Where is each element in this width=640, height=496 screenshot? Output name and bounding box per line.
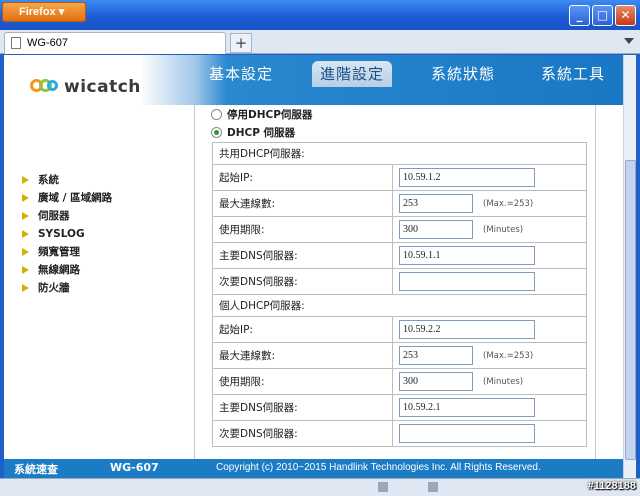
- sidebar-item-system[interactable]: 系統: [22, 171, 112, 189]
- sidebar-item-wan-lan[interactable]: 廣域 / 區域網路: [22, 189, 112, 207]
- private-lease-hint: (Minutes): [483, 376, 524, 387]
- footer-copyright: Copyright (c) 2010~2015 Handlink Technol…: [216, 462, 541, 473]
- shared-dns2-input[interactable]: [399, 272, 535, 291]
- dhcp-enable-label: DHCP 伺服器: [227, 127, 296, 139]
- status-icon: [428, 482, 438, 492]
- shared-dns1-input[interactable]: 10.59.1.1: [399, 246, 535, 265]
- nav-tab-tools[interactable]: 系統工具: [518, 61, 623, 87]
- private-dns1-label: 主要DNS伺服器:: [212, 394, 393, 421]
- private-max-conn-label: 最大連線數:: [212, 342, 393, 369]
- minimize-button[interactable]: _: [569, 5, 590, 26]
- shared-start-ip-label: 起始IP:: [212, 164, 393, 191]
- private-max-conn-input[interactable]: 253: [399, 346, 473, 365]
- dhcp-disable-radio[interactable]: 停用DHCP伺服器: [211, 108, 312, 124]
- page-footer: 系統速查 WG-607 Copyright (c) 2010~2015 Hand…: [4, 459, 623, 478]
- statusbar-icons: [378, 482, 438, 492]
- vertical-scrollbar[interactable]: [623, 55, 636, 478]
- private-lease-input[interactable]: 300: [399, 372, 473, 391]
- sidebar-item-wireless[interactable]: 無線網路: [22, 261, 112, 279]
- shared-dhcp-section-title: 共用DHCP伺服器:: [212, 142, 587, 165]
- tab-list-chevron-icon[interactable]: [624, 38, 634, 44]
- page-header: wicatch 基本設定 進階設定 系統狀態 系統工具: [4, 55, 623, 105]
- main-nav: 基本設定 進階設定 系統狀態 系統工具: [186, 61, 623, 87]
- radio-checked-icon: [211, 127, 222, 138]
- firefox-menu-button[interactable]: Firefox ▾: [2, 2, 86, 22]
- nav-tab-basic[interactable]: 基本設定: [186, 61, 296, 87]
- radio-unchecked-icon: [211, 109, 222, 120]
- browser-tab[interactable]: WG-607: [4, 32, 226, 54]
- private-lease-label: 使用期限:: [212, 368, 393, 395]
- dhcp-config-table: 共用DHCP伺服器: 起始IP: 10.59.1.2 最大連線數: 253 (Ma…: [212, 142, 587, 447]
- shared-max-conn-label: 最大連線數:: [212, 190, 393, 217]
- logo-mark-icon: [30, 79, 60, 93]
- nav-tab-status[interactable]: 系統狀態: [408, 61, 518, 87]
- nav-tab-advanced[interactable]: 進階設定: [312, 61, 392, 87]
- private-dns1-input[interactable]: 10.59.2.1: [399, 398, 535, 417]
- private-start-ip-label: 起始IP:: [212, 316, 393, 343]
- tab-strip: WG-607 +: [0, 30, 640, 54]
- logo-text: wicatch: [64, 77, 141, 97]
- window-controls: _ □ ✕: [569, 5, 636, 26]
- private-dns2-label: 次要DNS伺服器:: [212, 420, 393, 447]
- tab-title: WG-607: [27, 37, 68, 49]
- scrollbar-thumb[interactable]: [625, 160, 636, 460]
- shared-lease-hint: (Minutes): [483, 224, 524, 235]
- shared-max-hint: (Max.=253): [483, 198, 534, 209]
- private-start-ip-input[interactable]: 10.59.2.2: [399, 320, 535, 339]
- private-max-hint: (Max.=253): [483, 350, 534, 361]
- sidebar-item-firewall[interactable]: 防火牆: [22, 279, 112, 297]
- new-tab-button[interactable]: +: [230, 33, 252, 53]
- shared-dns1-label: 主要DNS伺服器:: [212, 242, 393, 269]
- close-button[interactable]: ✕: [615, 5, 636, 26]
- shared-max-conn-input[interactable]: 253: [399, 194, 473, 213]
- dhcp-enable-radio[interactable]: DHCP 伺服器: [211, 126, 295, 142]
- dhcp-settings-panel: 停用DHCP伺服器 DHCP 伺服器 共用DHCP伺服器: 起始IP: 10.5…: [194, 105, 596, 478]
- footer-model: WG-607: [110, 461, 159, 474]
- window-titlebar: Firefox ▾ _ □ ✕: [0, 0, 640, 30]
- sidebar-item-bandwidth[interactable]: 頻寬管理: [22, 243, 112, 261]
- private-dhcp-section-title: 個人DHCP伺服器:: [212, 294, 587, 317]
- sidebar-menu: 系統 廣域 / 區域網路 伺服器 SYSLOG 頻寬管理 無線網路 防火牆: [22, 171, 112, 297]
- shared-lease-input[interactable]: 300: [399, 220, 473, 239]
- private-dns2-input[interactable]: [399, 424, 535, 443]
- page-content: wicatch 基本設定 進階設定 系統狀態 系統工具 系統 廣域 / 區域網路…: [4, 55, 623, 478]
- sidebar-item-server[interactable]: 伺服器: [22, 207, 112, 225]
- shared-lease-label: 使用期限:: [212, 216, 393, 243]
- footer-quick-link[interactable]: 系統速查: [14, 461, 58, 477]
- maximize-button[interactable]: □: [592, 5, 613, 26]
- firefox-menu-label: Firefox: [19, 6, 56, 18]
- browser-statusbar: [0, 478, 640, 496]
- logo: wicatch: [30, 77, 141, 97]
- watermark: #1128188: [587, 480, 636, 492]
- sidebar-item-syslog[interactable]: SYSLOG: [22, 225, 112, 243]
- status-icon: [378, 482, 388, 492]
- shared-dns2-label: 次要DNS伺服器:: [212, 268, 393, 295]
- shared-start-ip-input[interactable]: 10.59.1.2: [399, 168, 535, 187]
- dhcp-disable-label: 停用DHCP伺服器: [227, 109, 313, 121]
- page-icon: [11, 37, 21, 49]
